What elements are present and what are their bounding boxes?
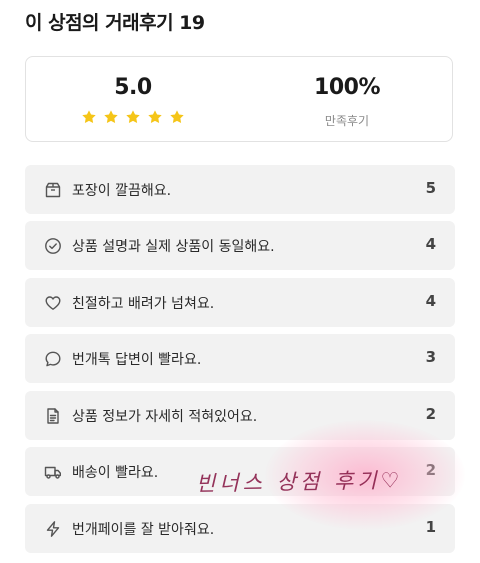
box-icon [44, 181, 62, 199]
review-count: 4 [425, 292, 436, 310]
review-label: 배송이 빨라요. [72, 465, 159, 481]
star-icon [82, 110, 96, 124]
lightning-icon [44, 520, 62, 538]
star-icon [104, 110, 118, 124]
satisfaction-label: 만족후기 [324, 114, 370, 128]
truck-icon [44, 463, 62, 481]
review-count: 3 [425, 348, 436, 366]
check-circle-icon [44, 237, 62, 255]
review-label: 상품 정보가 자세히 적혀있어요. [72, 409, 258, 425]
review-row-kindness: 친절하고 배려가 넘쳐요. 4 [25, 278, 455, 327]
heart-icon [44, 294, 62, 312]
review-count: 5 [425, 179, 436, 197]
handwritten-caption: 빈너스 상점 후기♡ [195, 468, 404, 496]
review-label: 번개톡 답변이 빨라요. [72, 352, 202, 368]
star-icon [170, 110, 184, 124]
rating-block: 5.0 [26, 57, 240, 143]
page-title: 이 상점의 거래후기 19 [25, 12, 205, 34]
chat-bubble-icon [44, 350, 62, 368]
review-count: 2 [425, 405, 436, 423]
satisfaction-block: 100% 만족후기 [240, 57, 454, 143]
star-icon [148, 110, 162, 124]
rating-stars [26, 109, 240, 127]
review-row-info: 상품 정보가 자세히 적혀있어요. 2 [25, 391, 455, 440]
review-row-description: 상품 설명과 실제 상품이 동일해요. 4 [25, 221, 455, 270]
review-label: 번개페이를 잘 받아줘요. [72, 522, 215, 538]
review-count: 4 [425, 235, 436, 253]
review-row-packaging: 포장이 깔끔해요. 5 [25, 165, 455, 214]
review-row-chat: 번개톡 답변이 빨라요. 3 [25, 334, 455, 383]
review-label: 포장이 깔끔해요. [72, 183, 172, 199]
review-count: 1 [425, 518, 436, 536]
satisfaction-value: 100% [314, 75, 380, 100]
review-count: 2 [425, 461, 436, 479]
review-label: 상품 설명과 실제 상품이 동일해요. [72, 239, 275, 255]
rating-summary-card: 5.0 100% 만족후기 [25, 56, 453, 142]
review-row-pay: 번개페이를 잘 받아줘요. 1 [25, 504, 455, 553]
star-icon [126, 110, 140, 124]
review-label: 친절하고 배려가 넘쳐요. [72, 296, 215, 312]
document-icon [44, 407, 62, 425]
rating-value: 5.0 [114, 75, 152, 100]
